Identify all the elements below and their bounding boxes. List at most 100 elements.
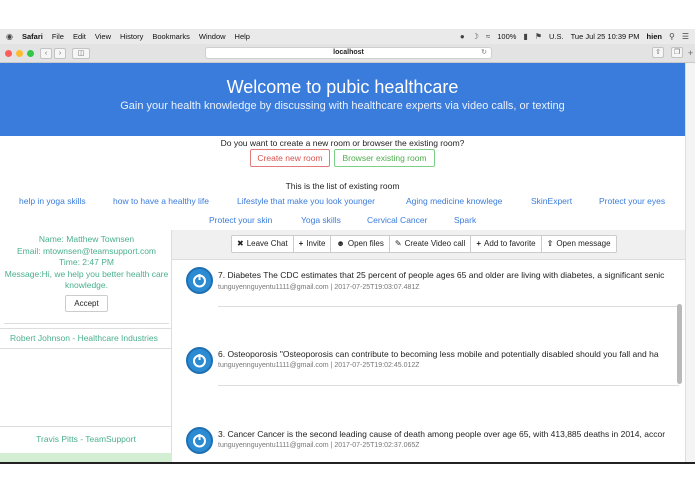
reload-icon[interactable]: ↻ [481,48,487,58]
menu-view[interactable]: View [95,32,111,41]
open-message-label: Open message [556,239,611,248]
create-room-button[interactable]: Create new room [250,149,330,167]
room-link-look-younger[interactable]: Lifestyle that make you look younger [237,196,375,206]
input-region[interactable]: U.S. [549,32,564,41]
open-files-label: Open files [347,239,384,248]
close-window-button[interactable] [5,49,12,57]
back-button[interactable]: ‹ [40,47,52,59]
message-item[interactable]: 3. Cancer Cancer is the second leading c… [172,425,681,462]
room-link-protect-skin[interactable]: Protect your skin [209,215,272,225]
share-button[interactable]: ⇧ [652,47,664,58]
browser-toolbar: ‹ › ◫ localhost ↻ ⇧ ❐ + [0,44,695,63]
pencil-icon: ✎ [394,239,402,248]
room-question: Do you want to create a new room or brow… [220,138,465,148]
open-files-button[interactable]: ☻ Open files [331,236,390,252]
battery-icon[interactable]: ▮ [523,32,527,41]
contact-robert-johnson[interactable]: Robert Johnson - Healthcare Industries [0,328,172,349]
message-list[interactable]: 7. Diabetes The CDC estimates that 25 pe… [172,260,685,462]
room-list-title: This is the list of existing room [285,181,400,191]
address-bar[interactable]: localhost ↻ [205,47,492,59]
chevron-left-icon: ‹ [44,49,48,57]
message-scrollbar[interactable] [677,304,682,384]
power-icon [193,434,206,448]
room-link-healthy-life[interactable]: how to have a healthy life [113,196,209,206]
room-link-spark[interactable]: Spark [454,215,476,225]
request-email: Email: mtownsen@teamsupport.com [16,245,156,256]
avatar [186,347,213,374]
message-text: 6. Osteoporosis "Osteoporosis can contri… [218,349,659,359]
chat-actions-group: ✖ Leave Chat + Invite ☻ Open files ✎ Cre… [231,235,617,253]
avatar [186,427,213,454]
plus-icon: + [298,239,304,248]
leave-chat-button[interactable]: ✖ Leave Chat [232,236,294,252]
spotlight-search-icon[interactable]: ⚲ [669,32,675,41]
menu-file[interactable]: File [52,32,64,41]
menu-history[interactable]: History [120,32,143,41]
message-item[interactable]: 7. Diabetes The CDC estimates that 25 pe… [172,264,681,334]
clock[interactable]: Tue Jul 25 10:39 PM [571,32,640,41]
browse-rooms-button[interactable]: Browser existing room [334,149,435,167]
room-link-aging-medicine[interactable]: Aging medicine knowlege [406,196,502,206]
message-divider [218,385,679,386]
page-scroll-track[interactable] [685,63,695,463]
chat-request-card: Name: Matthew Townsen Email: mtownsen@te… [4,234,169,324]
message-divider [218,306,679,307]
moon-icon[interactable]: ☽ [472,32,479,41]
message-meta: tunguyennguyentu1111@gmail.com | 2017-07… [218,284,420,291]
message-meta: tunguyennguyentu1111@gmail.com | 2017-07… [218,442,420,449]
user-icon: ☻ [336,239,345,248]
room-link-help-in-yoga-skills[interactable]: help in yoga skills [19,196,86,206]
request-message: Message:Hi, we help you better health ca… [4,268,169,291]
message-text: 7. Diabetes The CDC estimates that 25 pe… [218,270,665,280]
room-link-skinexpert[interactable]: SkinExpert [531,196,572,206]
upload-icon: ⇧ [546,239,554,248]
create-video-call-label: Create Video call [404,239,466,248]
flag-icon[interactable]: ⚑ [535,32,542,41]
contact-travis-pitts[interactable]: Travis Pitts - TeamSupport [0,426,172,450]
macos-menu-bar: ◉ Safari File Edit View History Bookmark… [0,29,695,44]
sidebar-icon: ◫ [77,49,85,57]
menu-help[interactable]: Help [235,32,250,41]
create-video-call-button[interactable]: ✎ Create Video call [390,236,472,252]
tabs-overview-button[interactable]: ❐ [671,47,683,58]
battery-percent[interactable]: 100% [497,32,516,41]
share-icon: ⇧ [655,49,661,56]
url-text: localhost [333,49,364,56]
apple-icon[interactable]: ◉ [6,32,13,41]
close-circle-icon: ✖ [237,239,244,248]
user-name[interactable]: hien [647,32,662,41]
room-link-cervical-cancer[interactable]: Cervical Cancer [367,215,427,225]
menu-edit[interactable]: Edit [73,32,86,41]
add-to-favorite-button[interactable]: + Add to favorite [471,236,542,252]
zoom-window-button[interactable] [27,49,34,57]
minimize-window-button[interactable] [16,49,23,57]
leave-chat-label: Leave Chat [246,239,288,248]
hero-banner: Welcome to pubic healthcare Gain your he… [0,63,685,136]
room-link-protect-eyes[interactable]: Protect your eyes [599,196,665,206]
window-bottom-edge [0,462,695,464]
request-time: Time: 2:47 PM [59,257,114,267]
notification-center-icon[interactable]: ☰ [682,32,689,41]
message-item[interactable]: 6. Osteoporosis "Osteoporosis can contri… [172,344,681,414]
avatar [186,267,213,294]
menu-bookmarks[interactable]: Bookmarks [152,32,190,41]
chat-toolbar: ✖ Leave Chat + Invite ☻ Open files ✎ Cre… [172,230,685,260]
sidebar-toggle-button[interactable]: ◫ [72,47,90,59]
tabs-icon: ❐ [673,49,681,56]
page-subtitle: Gain your health knowledge by discussing… [120,100,565,112]
new-tab-button[interactable]: + [686,48,695,60]
menu-app-safari[interactable]: Safari [22,32,43,41]
chevron-right-icon: › [58,49,62,57]
menu-window[interactable]: Window [199,32,226,41]
forward-button[interactable]: › [54,47,66,59]
invite-button[interactable]: + Invite [294,236,332,252]
wifi-icon[interactable]: ≈ [486,32,490,41]
power-icon [193,274,206,288]
page-title: Welcome to pubic healthcare [226,77,459,97]
power-icon [193,354,206,368]
open-message-button[interactable]: ⇧ Open message [542,236,616,252]
add-to-favorite-label: Add to favorite [484,239,536,248]
room-link-yoga-skills[interactable]: Yoga skills [301,215,341,225]
creative-cloud-icon[interactable]: ● [460,32,465,41]
accept-button[interactable]: Accept [65,294,108,312]
